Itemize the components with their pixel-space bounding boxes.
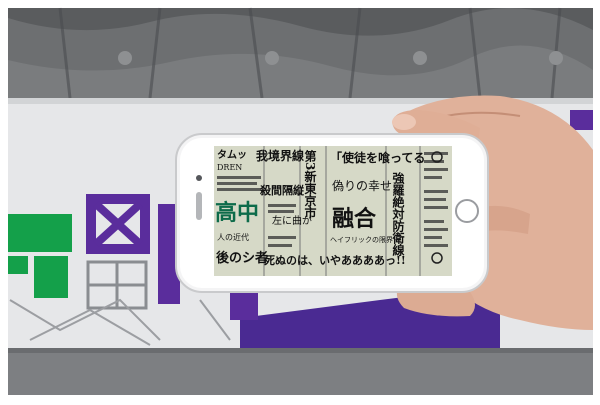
screen-line: 人の近代 <box>217 232 249 242</box>
screen-line: 左に曲が <box>272 214 312 227</box>
screen-line: 死ぬのは、いやああああっ!! <box>264 254 406 267</box>
screen-line: タムッ <box>217 149 247 161</box>
scaffold-sheet <box>8 7 593 99</box>
screen-line: 強羅絶対防衛線 <box>391 171 405 257</box>
screen-line: 我境界線 <box>256 148 304 163</box>
screen-line: 「使徒を喰ってる <box>330 150 425 165</box>
screen-line: 融合 <box>332 206 377 232</box>
screen-line: ヘイフリックの限界 <box>330 235 393 244</box>
screen-line: 第3新東京市 <box>303 149 317 219</box>
pavement <box>8 348 593 395</box>
scene-svg: タムッ DREN 高中 人の近代 後のシ者 我境界線 殺間隔縦 第3新東京市 左… <box>0 0 600 405</box>
screen-line: 偽りの幸せ <box>332 179 392 193</box>
screen-line: 後のシ者 <box>216 250 268 266</box>
phone-screen: タムッ DREN 高中 人の近代 後のシ者 我境界線 殺間隔縦 第3新東京市 左… <box>214 146 452 276</box>
screen-line: 殺間隔縦 <box>259 183 305 197</box>
screen-line: 高中 <box>215 200 259 226</box>
screen-line: DREN <box>217 163 242 172</box>
photo-scene: タムッ DREN 高中 人の近代 後のシ者 我境界線 殺間隔縦 第3新東京市 左… <box>0 0 600 405</box>
